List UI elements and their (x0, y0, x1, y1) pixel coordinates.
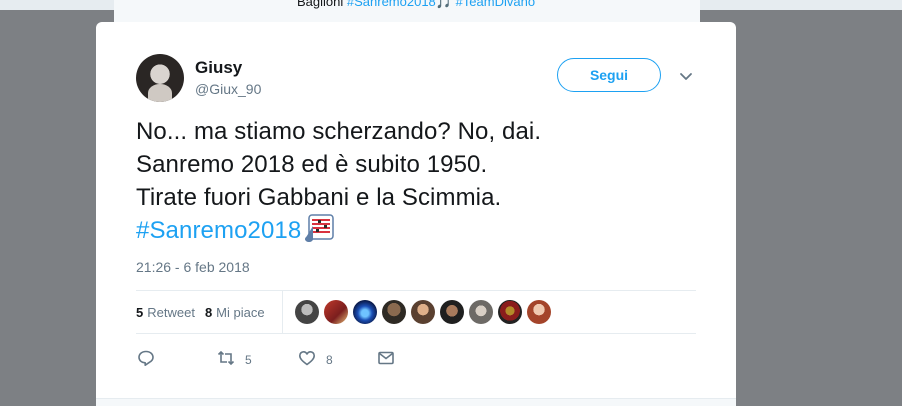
musical-score-emoji (303, 214, 335, 242)
direct-message-button[interactable] (376, 348, 396, 371)
tweet-timestamp[interactable]: 21:26 - 6 feb 2018 (136, 259, 250, 275)
reply-area-strip (96, 398, 736, 406)
like-action-count: 8 (326, 352, 333, 367)
chevron-down-icon[interactable] (678, 68, 694, 84)
background-tweet: Baglioni #Sanremo2018🎵 #TeamDivano (114, 0, 700, 23)
liker-avatar[interactable] (440, 300, 464, 324)
background-tweet-prefix: Baglioni (297, 0, 347, 9)
retweet-label: Retweet (147, 304, 195, 320)
background-tweet-text: Baglioni #Sanremo2018🎵 #TeamDivano (297, 0, 535, 10)
background-tweet-hashtags[interactable]: #Sanremo2018🎵 #TeamDivano (347, 0, 535, 9)
tweet-modal: Giusy @Giux_90 Segui No... ma stiamo sch… (96, 22, 736, 406)
stats-separator (282, 290, 283, 333)
retweet-stat[interactable]: 5 Retweet (136, 305, 195, 320)
like-button[interactable]: 8 (297, 348, 333, 371)
tweet-line-3: Tirate fuori Gabbani e la Scimmia. (136, 184, 502, 211)
reply-button[interactable] (136, 348, 156, 371)
liker-avatar[interactable] (295, 300, 319, 324)
divider-bottom (136, 333, 696, 334)
avatar[interactable] (136, 54, 184, 102)
author-handle[interactable]: @Giux_90 (195, 81, 261, 97)
liker-avatars (295, 300, 556, 324)
liker-avatar[interactable] (411, 300, 435, 324)
retweet-button[interactable]: 5 (216, 348, 252, 371)
author-name[interactable]: Giusy (195, 58, 242, 78)
engagement-stats: 5 Retweet 8 Mi piace (136, 299, 275, 325)
liker-avatar[interactable] (324, 300, 348, 324)
tweet-text: No... ma stiamo scherzando? No, dai. San… (136, 115, 696, 247)
hashtag-link[interactable]: #Sanremo2018 (136, 217, 301, 244)
retweet-action-count: 5 (245, 352, 252, 367)
liker-avatar[interactable] (498, 300, 522, 324)
liker-avatar[interactable] (527, 300, 551, 324)
retweet-count: 5 (136, 304, 144, 320)
reply-icon (136, 348, 156, 371)
envelope-icon (376, 348, 396, 371)
liker-avatar[interactable] (353, 300, 377, 324)
retweet-icon (216, 348, 236, 371)
liker-avatar[interactable] (382, 300, 406, 324)
tweet-line-4: #Sanremo2018 (136, 214, 696, 247)
divider-top (136, 290, 696, 291)
like-stat[interactable]: 8 Mi piace (205, 305, 265, 320)
tweet-line-2: Sanremo 2018 ed è subito 1950. (136, 151, 488, 178)
tweet-line-1: No... ma stiamo scherzando? No, dai. (136, 118, 542, 145)
like-label: Mi piace (216, 304, 265, 320)
like-count: 8 (204, 304, 213, 320)
follow-button[interactable]: Segui (557, 58, 661, 92)
liker-avatar[interactable] (469, 300, 493, 324)
heart-icon (297, 348, 317, 371)
